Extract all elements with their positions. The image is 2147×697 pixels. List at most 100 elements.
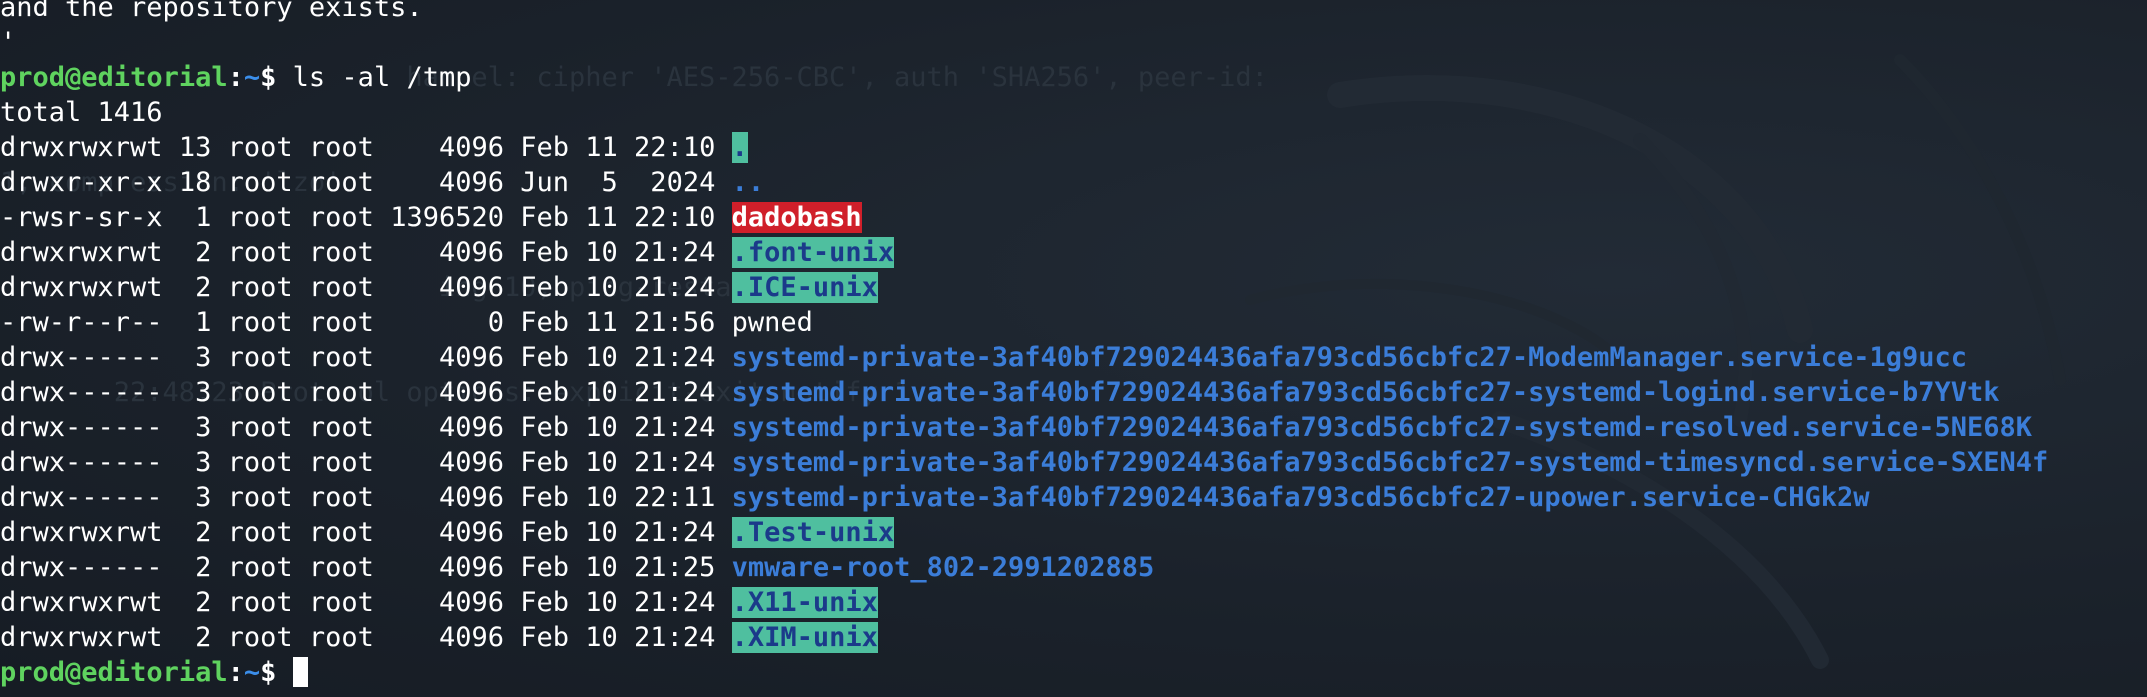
entry-group: root [308, 237, 374, 268]
listing-row: drwx------ 3 root root 4096 Feb 10 21:24… [0, 445, 2048, 480]
entry-owner: root [227, 622, 293, 653]
listing-row: drwxr-xr-x 18 root root 4096 Jun 5 2024 … [0, 165, 2048, 200]
entry-links: 3 [162, 377, 212, 408]
entry-links: 18 [162, 167, 212, 198]
entry-group: root [308, 377, 374, 408]
entry-name[interactable]: .XIM-unix [731, 622, 878, 653]
entry-name[interactable]: dadobash [731, 202, 862, 233]
entry-permissions: drwxrwxrwt [0, 272, 163, 303]
entry-links: 2 [162, 272, 212, 303]
prompt-user: prod [0, 62, 66, 93]
entry-size: 4096 [390, 377, 504, 408]
entry-date: Feb 11 22:10 [520, 132, 716, 163]
entry-name[interactable]: systemd-private-3af40bf729024436afa793cd… [732, 377, 2000, 408]
entry-date: Feb 10 21:24 [520, 447, 716, 478]
entry-permissions: drwxrwxrwt [0, 132, 163, 163]
entry-group: root [308, 482, 374, 513]
entry-links: 2 [162, 237, 212, 268]
output-line: and the repository exists. [0, 0, 423, 23]
entry-owner: root [227, 132, 293, 163]
entry-size: 4096 [390, 167, 504, 198]
listing-row: drwx------ 3 root root 4096 Feb 10 21:24… [0, 410, 2048, 445]
entry-name[interactable]: .font-unix [731, 237, 895, 268]
entry-name[interactable]: .. [732, 167, 765, 198]
terminal-output: and the repository exists. ' prod@editor… [0, 0, 2048, 690]
listing-row: drwxrwxrwt 2 root root 4096 Feb 10 21:24… [0, 585, 2048, 620]
entry-permissions: drwx------ [0, 447, 163, 478]
entry-permissions: drwx------ [0, 342, 163, 373]
active-prompt-line[interactable]: prod@editorial:~$ [0, 655, 2048, 690]
entry-group: root [308, 412, 374, 443]
entry-name[interactable]: .X11-unix [731, 587, 878, 618]
entry-links: 1 [162, 202, 212, 233]
entry-date: Feb 11 22:10 [520, 202, 716, 233]
prompt-path: ~ [243, 62, 261, 93]
entry-permissions: -rw-r--r-- [0, 307, 163, 338]
entry-group: root [308, 307, 374, 338]
entry-name[interactable]: .ICE-unix [731, 272, 878, 303]
entry-permissions: drwx------ [0, 482, 163, 513]
prompt-colon: : [227, 657, 244, 688]
entry-size: 0 [390, 307, 504, 338]
listing-row: drwx------ 3 root root 4096 Feb 10 21:24… [0, 375, 2048, 410]
entry-owner: root [227, 237, 293, 268]
entry-links: 2 [162, 622, 212, 653]
entry-name[interactable]: systemd-private-3af40bf729024436afa793cd… [732, 412, 2032, 443]
entry-date: Feb 10 21:24 [520, 237, 716, 268]
entry-group: root [308, 447, 374, 478]
directory-listing: drwxrwxrwt 1 3 root root 4096 Feb 11 22:1… [0, 130, 2048, 655]
prompt-colon: : [227, 62, 244, 93]
entry-permissions: drwxr-xr-x [0, 167, 163, 198]
entry-links: 3 [162, 342, 212, 373]
entry-name[interactable]: systemd-private-3af40bf729024436afa793cd… [732, 482, 1870, 513]
prompt-input[interactable] [276, 657, 292, 688]
entry-name[interactable]: systemd-private-3af40bf729024436afa793cd… [732, 342, 1967, 373]
listing-row: drwx------ 3 root root 4096 Feb 10 21:24… [0, 340, 2048, 375]
entry-name[interactable]: vmware-root_802-2991202885 [732, 552, 1155, 583]
prompt-dollar: $ [260, 657, 277, 688]
entry-owner: root [227, 552, 293, 583]
entry-owner: root [227, 517, 293, 548]
entry-date: Feb 10 21:25 [520, 552, 716, 583]
entry-permissions: drwx------ [0, 552, 163, 583]
entry-name[interactable]: systemd-private-3af40bf729024436afa793cd… [732, 447, 2049, 478]
entry-links: 3 [162, 482, 212, 513]
entry-name[interactable]: pwned [732, 307, 813, 338]
prompt-path: ~ [243, 657, 261, 688]
entry-permissions: -rwsr-sr-x [0, 202, 163, 233]
terminal-window[interactable]: hannel: cipher 'AES-256-CBC', auth 'SHA2… [0, 0, 2147, 697]
entry-size: 1396520 [390, 202, 504, 233]
entry-name[interactable]: . [731, 132, 748, 163]
entry-owner: root [227, 342, 293, 373]
prompt-user: prod [0, 657, 66, 688]
prompt-dollar: $ [260, 62, 277, 93]
entry-links: 3 [162, 412, 212, 443]
listing-row: drwxrwxrwt 2 root root 4096 Feb 10 21:24… [0, 235, 2048, 270]
entry-date: Feb 10 22:11 [520, 482, 716, 513]
entry-group: root [308, 587, 374, 618]
text-cursor [292, 657, 308, 687]
entry-date: Jun 5 2024 [520, 167, 716, 198]
listing-row: -rwsr-sr-x 1 root root 1396520 Feb 11 22… [0, 200, 2048, 235]
entry-group: root [308, 167, 374, 198]
output-line: ' [0, 27, 17, 58]
listing-row: drwx------ 3 root root 4096 Feb 10 22:11… [0, 480, 2048, 515]
entry-owner: root [227, 412, 293, 443]
entry-date: Feb 10 21:24 [520, 272, 716, 303]
entry-name[interactable]: .Test-unix [731, 517, 895, 548]
command-text: ls -al /tmp [276, 62, 472, 93]
entry-group: root [308, 622, 374, 653]
command-line: prod@editorial:~$ ls -al /tmp [0, 60, 2048, 95]
entry-links: 2 [162, 517, 212, 548]
prompt-at: @ [65, 657, 82, 688]
entry-owner: root [227, 377, 293, 408]
entry-date: Feb 10 21:24 [520, 342, 716, 373]
entry-date: Feb 10 21:24 [520, 517, 716, 548]
entry-size: 4096 [390, 447, 504, 478]
entry-size: 4096 [390, 552, 504, 583]
entry-permissions: drwxrwxrwt [0, 587, 163, 618]
prompt-at: @ [65, 62, 82, 93]
prompt-host: editorial [81, 62, 228, 93]
listing-row: -rw-r--r-- 1 root root 0 Feb 11 21:56 pw… [0, 305, 2048, 340]
entry-date: Feb 10 21:24 [520, 587, 716, 618]
